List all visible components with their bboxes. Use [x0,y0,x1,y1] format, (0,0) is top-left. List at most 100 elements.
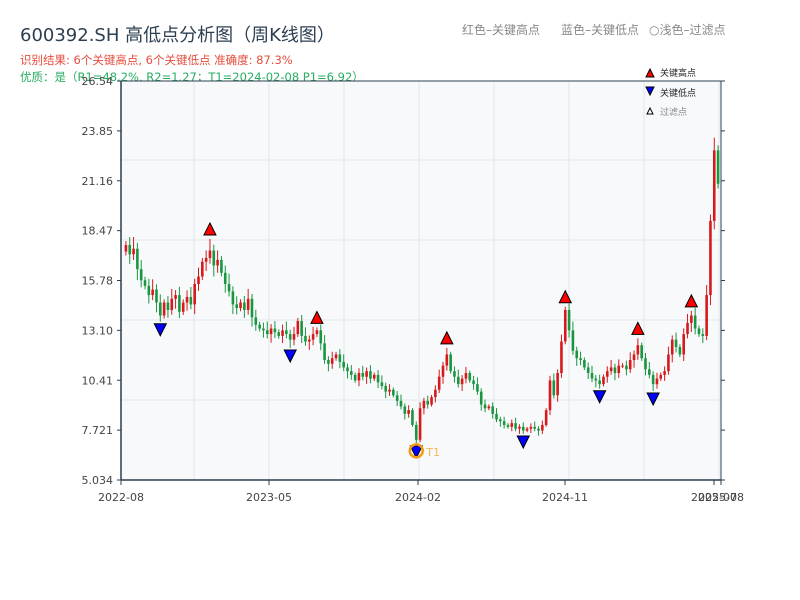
candle-body [529,426,533,429]
y-tick-label: 10.41 [82,374,114,387]
candle-body [197,276,200,284]
candle-body [258,324,261,329]
candle-body [456,376,460,385]
candle-body [548,380,552,411]
candle-body [583,360,586,368]
candle-body [659,374,663,379]
candle-body [166,302,170,310]
y-tick-label: 15.78 [82,275,114,288]
candle-body [254,317,258,325]
candle-body [594,378,598,381]
candle-body [567,309,571,331]
candle-body [411,410,414,425]
candle-body [670,339,674,355]
candle-body [663,371,666,375]
candle-body [502,421,506,425]
candle-body [372,374,376,379]
candle-body [327,360,330,364]
candle-body [544,410,548,425]
candle-body [648,369,651,375]
candle-body [388,389,391,392]
candle-body [709,220,712,296]
candle-body [418,408,422,440]
candle-body [563,309,567,342]
candle-body [193,283,196,305]
candle-body [510,423,514,427]
candle-body [395,395,399,401]
x-tick-label: 2024-11 [542,491,588,504]
candle-body [541,424,544,431]
candle-body [437,376,441,390]
candle-body [690,315,693,323]
candle-body [476,384,479,392]
candle-body [346,367,349,372]
candle-body [479,391,483,405]
candle-body [323,343,326,361]
candle-body [640,345,643,359]
candle-body [445,354,449,366]
candle-body [369,371,372,379]
candle-body [686,322,689,335]
y-tick-label: 18.47 [82,225,114,238]
candle-body [162,302,166,316]
candle-body [181,302,185,312]
candle-body [315,330,319,335]
candle-body [170,298,174,310]
candle-body [514,423,517,429]
candle-body [525,428,529,431]
candle-body [407,410,410,414]
candle-body [189,296,193,305]
y-tick-label: 7.721 [82,424,114,437]
candle-body [697,328,701,335]
candle-body [636,345,640,355]
candle-body [617,365,621,374]
candle-body [357,373,361,381]
candle-body [132,248,135,255]
candle-body [575,350,579,359]
candle-body [506,424,510,427]
candle-body [380,382,384,387]
candle-body [223,272,227,284]
candle-body [468,373,472,381]
candle-body [292,334,296,340]
legend-high-label: 关键高点 [660,67,696,79]
x-tick-label: 2023-05 [246,491,292,504]
candle-body [460,378,464,385]
candle-body [300,321,303,336]
candle-body [434,389,437,398]
candle-body [288,334,292,340]
candle-body [307,339,311,342]
candle-body [384,386,388,392]
y-tick-label: 26.54 [82,75,114,88]
candle-body [430,397,433,405]
candle-body [422,400,426,409]
candle-body [350,371,353,375]
candle-body [265,330,269,335]
candle-body [143,280,147,286]
candle-body [235,304,239,309]
candle-body [453,371,456,377]
candle-body [644,358,647,370]
candle-body [487,406,491,409]
candle-body [262,328,265,331]
candle-body [602,376,605,385]
candle-body [231,291,235,305]
candle-body [250,298,254,318]
candle-body [139,269,143,281]
candle-body [220,259,223,273]
candle-body [285,330,288,335]
candle-body [185,296,189,303]
candle-body [441,365,445,377]
candle-body [625,365,628,370]
candle-body [651,374,655,385]
y-tick-label: 5.034 [82,474,114,487]
candle-body [128,245,132,255]
candle-body [655,378,659,385]
candle-body [552,380,556,396]
candle-body [609,367,613,372]
candle-body [392,389,395,396]
candle-body [632,354,636,361]
candle-body [590,373,594,379]
candle-body [399,400,403,407]
candle-body [338,354,342,362]
